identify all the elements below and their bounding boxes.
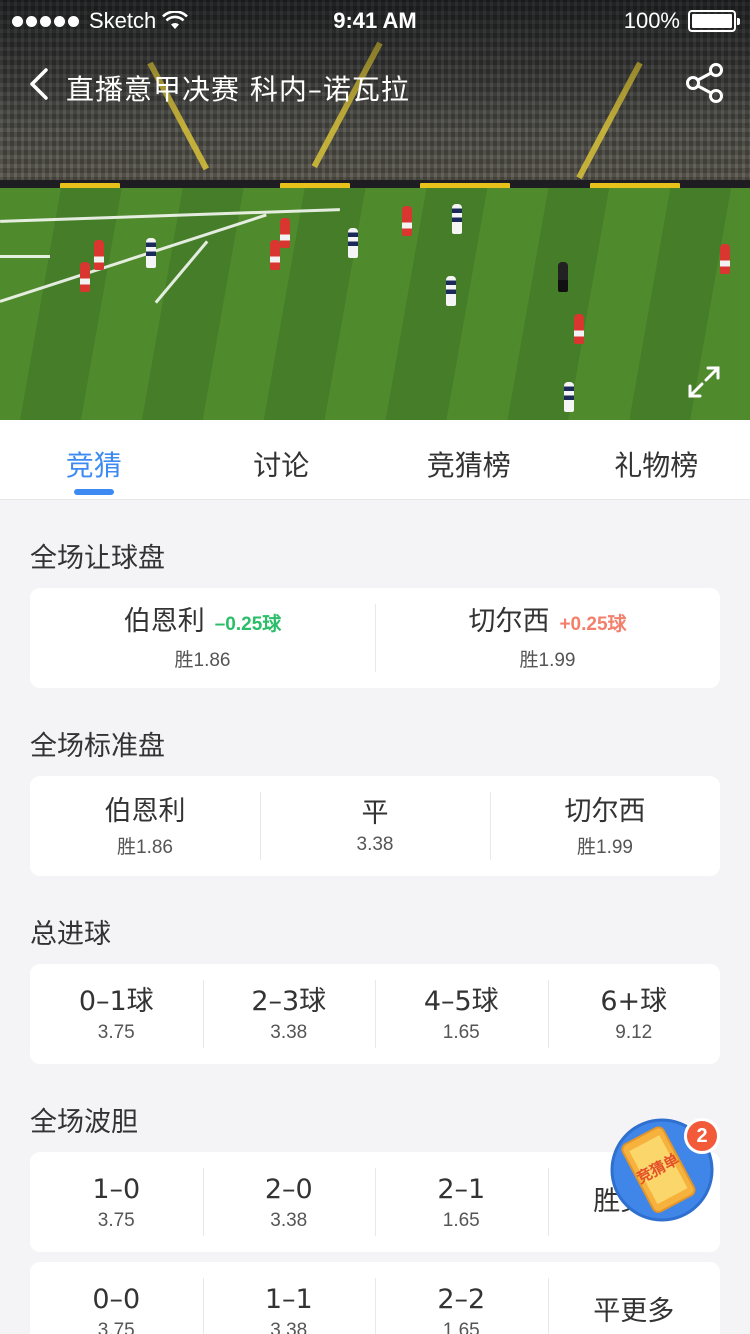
bet-option-odds: 胜1.99	[577, 836, 633, 858]
handicap-line: –0.25球	[214, 614, 282, 635]
bet-option[interactable]: 2–3球 3.38	[202, 964, 376, 1064]
bet-option-odds: 9.12	[615, 1022, 653, 1043]
fullscreen-icon[interactable]	[684, 362, 724, 402]
bet-option-label: 6+球	[600, 986, 668, 1017]
section-title-total-goals: 总进球	[30, 919, 111, 950]
bet-option[interactable]: 伯恩利 –0.25球 胜1.86	[30, 588, 375, 688]
bet-option[interactable]: 2–1 1.65	[375, 1152, 548, 1252]
bet-option-odds: 胜1.86	[174, 650, 231, 671]
bet-option-label: 1–0	[92, 1174, 141, 1205]
football-pitch	[0, 188, 750, 420]
bet-option-odds: 3.75	[97, 1210, 135, 1231]
bet-option[interactable]: 2–2 1.65	[375, 1262, 548, 1334]
player	[564, 382, 574, 412]
bet-option-label: 伯恩利 –0.25球	[123, 606, 282, 637]
handicap-card: 伯恩利 –0.25球 胜1.86 切尔西 +0.25球 胜1.99	[30, 588, 720, 688]
tab-gift-ranking[interactable]: 礼物榜	[563, 420, 750, 499]
bet-option[interactable]: 2–0 3.38	[202, 1152, 376, 1252]
bet-option-label: 2–1	[437, 1174, 486, 1205]
status-right: 100%	[623, 8, 740, 34]
page-title: 直播意甲决赛 科内–诺瓦拉	[66, 73, 410, 106]
bet-option-label: 平	[361, 798, 389, 829]
share-icon[interactable]	[682, 60, 728, 106]
player	[94, 240, 104, 270]
bet-option-odds: 3.38	[270, 1022, 308, 1043]
player	[402, 206, 412, 236]
bet-option[interactable]: 0–1球 3.75	[30, 964, 203, 1064]
bet-option-odds: 1.65	[442, 1320, 480, 1334]
section-title-handicap: 全场让球盘	[30, 543, 165, 574]
player	[80, 262, 90, 292]
player	[270, 240, 280, 270]
bet-option[interactable]: 平 3.38	[260, 776, 490, 876]
tab-discussion[interactable]: 讨论	[188, 420, 376, 499]
bet-option-odds: 3.38	[270, 1320, 308, 1334]
live-video-player[interactable]	[0, 0, 750, 420]
bet-option-label: 4–5球	[423, 986, 499, 1017]
bet-option[interactable]: 4–5球 1.65	[375, 964, 548, 1064]
bet-slip-count-badge: 2	[684, 1118, 720, 1154]
battery-percent: 100%	[623, 8, 680, 33]
player	[720, 244, 730, 274]
bet-option-label: 伯恩利	[104, 795, 186, 827]
section-title-correct-score: 全场波胆	[30, 1107, 138, 1138]
bet-option-odds: 3.75	[97, 1320, 135, 1334]
bet-option[interactable]: 1–1 3.38	[202, 1262, 376, 1334]
correct-score-card: 0–0 3.75 1–1 3.38 2–2 1.65 平更多	[30, 1262, 720, 1334]
total-goals-card: 0–1球 3.75 2–3球 3.38 4–5球 1.65 6+球 9.12	[30, 964, 720, 1064]
tab-guess-ranking[interactable]: 竞猜榜	[375, 420, 563, 499]
handicap-line: +0.25球	[559, 614, 627, 635]
tab-bar: 竞猜 讨论 竞猜榜 礼物榜	[0, 420, 750, 500]
bet-option-label: 切尔西	[564, 795, 646, 827]
bet-option[interactable]: 0–0 3.75	[30, 1262, 203, 1334]
bet-option-label: 2–2	[437, 1284, 486, 1315]
bet-option-label: 2–0	[264, 1174, 313, 1205]
bet-option-odds: 1.65	[442, 1022, 480, 1043]
bet-option-odds: 胜1.86	[117, 836, 173, 858]
bet-option-odds: 胜1.99	[519, 650, 576, 671]
bet-option[interactable]: 6+球 9.12	[547, 964, 721, 1064]
status-bar: Sketch 9:41 AM 100%	[0, 0, 750, 40]
bet-option-label: 1–1	[264, 1284, 313, 1315]
back-arrow-icon[interactable]	[24, 62, 64, 106]
bet-option[interactable]: 切尔西 胜1.99	[490, 776, 720, 876]
player	[446, 276, 456, 306]
player	[452, 204, 462, 234]
tab-guess[interactable]: 竞猜	[0, 420, 188, 499]
bet-option-label: 2–3球	[251, 986, 327, 1017]
bet-option-label: 0–1球	[78, 986, 154, 1017]
bet-option-label: 平更多	[593, 1296, 675, 1327]
bet-option-label: 0–0	[92, 1284, 141, 1315]
battery-icon	[688, 10, 740, 32]
section-title-standard: 全场标准盘	[30, 731, 165, 762]
bet-option[interactable]: 伯恩利 胜1.86	[30, 776, 260, 876]
pitch-line	[0, 255, 50, 258]
referee	[558, 262, 568, 292]
bet-option-odds: 3.75	[97, 1022, 135, 1043]
standard-card: 伯恩利 胜1.86 平 3.38 切尔西 胜1.99	[30, 776, 720, 876]
bet-option-odds: 1.65	[442, 1210, 480, 1231]
bet-option-odds: 3.38	[356, 834, 394, 855]
player	[348, 228, 358, 258]
player	[146, 238, 156, 268]
bet-option-more[interactable]: 平更多	[547, 1262, 721, 1334]
player	[280, 218, 290, 248]
bet-option-odds: 3.38	[270, 1210, 308, 1231]
bet-option[interactable]: 切尔西 +0.25球 胜1.99	[375, 588, 720, 688]
player	[574, 314, 584, 344]
bet-option-label: 切尔西 +0.25球	[468, 606, 627, 637]
bet-option[interactable]: 1–0 3.75	[30, 1152, 203, 1252]
